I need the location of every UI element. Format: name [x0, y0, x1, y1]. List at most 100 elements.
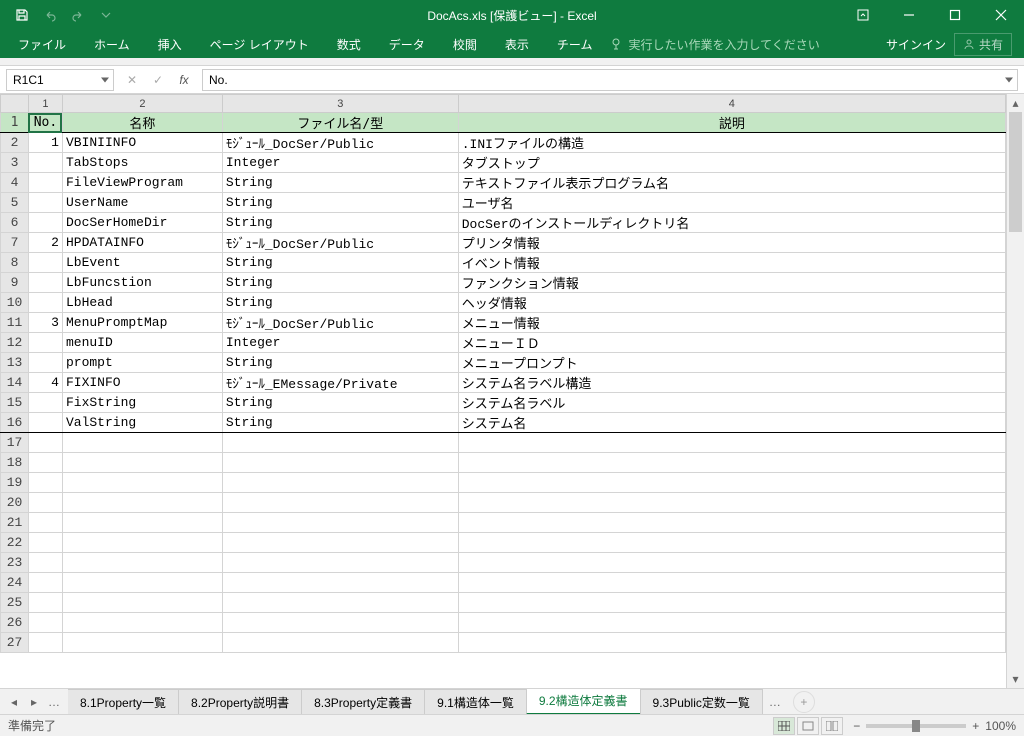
row-header[interactable]: 18	[1, 453, 29, 473]
cell[interactable]	[222, 613, 458, 633]
table-row[interactable]: 72HPDATAINFOﾓｼﾞｭｰﾙ_DocSer/Publicプリンタ情報	[1, 233, 1006, 253]
cell[interactable]	[222, 473, 458, 493]
row-header[interactable]: 19	[1, 473, 29, 493]
cell[interactable]	[458, 573, 1005, 593]
ribbon-tab[interactable]: 表示	[491, 30, 543, 58]
ribbon-tab[interactable]: 校閲	[439, 30, 491, 58]
row-header[interactable]: 3	[1, 153, 29, 173]
cell[interactable]: No.	[28, 113, 62, 133]
cell[interactable]	[28, 173, 62, 193]
cell[interactable]: DocSerのインストールディレクトリ名	[458, 213, 1005, 233]
cell[interactable]	[62, 593, 222, 613]
cell[interactable]	[222, 533, 458, 553]
cell[interactable]	[222, 513, 458, 533]
cell[interactable]: タブストップ	[458, 153, 1005, 173]
row-header[interactable]: 12	[1, 333, 29, 353]
header-row[interactable]: 1 No. 名称 ファイル名/型 説明	[1, 113, 1006, 133]
cell[interactable]: 1	[28, 133, 62, 153]
cell[interactable]: prompt	[62, 353, 222, 373]
cell[interactable]	[222, 453, 458, 473]
sheet-tab[interactable]: 8.3Property定義書	[301, 689, 425, 715]
vertical-scrollbar[interactable]: ▴ ▾	[1006, 94, 1024, 688]
row-header[interactable]: 10	[1, 293, 29, 313]
maximize-button[interactable]	[932, 0, 978, 30]
tab-scroll-right-icon[interactable]: ▸	[26, 695, 42, 709]
cancel-formula-icon[interactable]: ✕	[124, 73, 140, 87]
cell[interactable]: ValString	[62, 413, 222, 433]
cell[interactable]: システム名	[458, 413, 1005, 433]
cell[interactable]: テキストファイル表示プログラム名	[458, 173, 1005, 193]
cell[interactable]: .INIファイルの構造	[458, 133, 1005, 153]
table-row[interactable]: 113MenuPromptMapﾓｼﾞｭｰﾙ_DocSer/Publicメニュー…	[1, 313, 1006, 333]
cell[interactable]	[28, 333, 62, 353]
cell[interactable]	[28, 253, 62, 273]
ribbon-tab[interactable]: 挿入	[144, 30, 196, 58]
cell[interactable]	[62, 533, 222, 553]
table-row[interactable]: 12menuIDIntegerメニューＩＤ	[1, 333, 1006, 353]
row-header[interactable]: 24	[1, 573, 29, 593]
cell[interactable]	[28, 153, 62, 173]
row-header[interactable]: 6	[1, 213, 29, 233]
cell[interactable]	[28, 613, 62, 633]
row-header[interactable]: 23	[1, 553, 29, 573]
fx-icon[interactable]: fx	[176, 73, 192, 87]
cell[interactable]	[62, 573, 222, 593]
zoom-slider[interactable]	[866, 724, 966, 728]
table-row[interactable]: 20	[1, 493, 1006, 513]
row-header[interactable]: 1	[1, 113, 29, 133]
cell[interactable]: DocSerHomeDir	[62, 213, 222, 233]
cell[interactable]: HPDATAINFO	[62, 233, 222, 253]
scrollbar-track[interactable]	[1007, 112, 1024, 670]
ribbon-tab[interactable]: チーム	[543, 30, 607, 58]
cell[interactable]: メニュープロンプト	[458, 353, 1005, 373]
cell[interactable]: イベント情報	[458, 253, 1005, 273]
cell[interactable]	[28, 193, 62, 213]
cell[interactable]: メニュー情報	[458, 313, 1005, 333]
row-header[interactable]: 17	[1, 433, 29, 453]
row-header[interactable]: 2	[1, 133, 29, 153]
row-header[interactable]: 13	[1, 353, 29, 373]
cell[interactable]	[28, 353, 62, 373]
sheet-tab[interactable]: 9.1構造体一覧	[424, 689, 527, 715]
cell[interactable]: ファイル名/型	[222, 113, 458, 133]
zoom-in-button[interactable]: +	[972, 719, 979, 733]
cell[interactable]: UserName	[62, 193, 222, 213]
col-header[interactable]: 1	[28, 95, 62, 113]
add-sheet-button[interactable]: +	[793, 691, 815, 713]
cell[interactable]	[458, 493, 1005, 513]
cell[interactable]: FixString	[62, 393, 222, 413]
more-tabs-right-icon[interactable]: …	[763, 695, 787, 709]
cell[interactable]	[28, 513, 62, 533]
row-header[interactable]: 14	[1, 373, 29, 393]
cell[interactable]: String	[222, 173, 458, 193]
table-row[interactable]: 25	[1, 593, 1006, 613]
cell[interactable]	[28, 413, 62, 433]
cell[interactable]: MenuPromptMap	[62, 313, 222, 333]
cell[interactable]: VBINIINFO	[62, 133, 222, 153]
row-header[interactable]: 5	[1, 193, 29, 213]
cell[interactable]: String	[222, 353, 458, 373]
cell[interactable]: 説明	[458, 113, 1005, 133]
cell[interactable]: 4	[28, 373, 62, 393]
row-header[interactable]: 26	[1, 613, 29, 633]
ribbon-tab[interactable]: ファイル	[4, 30, 80, 58]
cell[interactable]	[222, 593, 458, 613]
cell[interactable]: システム名ラベル	[458, 393, 1005, 413]
row-header[interactable]: 16	[1, 413, 29, 433]
cell[interactable]: Integer	[222, 153, 458, 173]
cell[interactable]	[222, 493, 458, 513]
cell[interactable]: String	[222, 393, 458, 413]
cell[interactable]	[28, 533, 62, 553]
cell[interactable]	[28, 293, 62, 313]
cell[interactable]	[458, 453, 1005, 473]
cell[interactable]	[28, 453, 62, 473]
cell[interactable]: ユーザ名	[458, 193, 1005, 213]
qat-customize-icon[interactable]	[94, 3, 118, 27]
column-headers[interactable]: 1 2 3 4	[1, 95, 1006, 113]
cell[interactable]	[222, 433, 458, 453]
table-row[interactable]: 5UserNameStringユーザ名	[1, 193, 1006, 213]
table-row[interactable]: 21VBINIINFOﾓｼﾞｭｰﾙ_DocSer/Public.INIファイルの…	[1, 133, 1006, 153]
cell[interactable]	[28, 393, 62, 413]
sheet-tab[interactable]: 9.3Public定数一覧	[640, 689, 763, 715]
formula-input[interactable]: No.	[202, 69, 1018, 91]
